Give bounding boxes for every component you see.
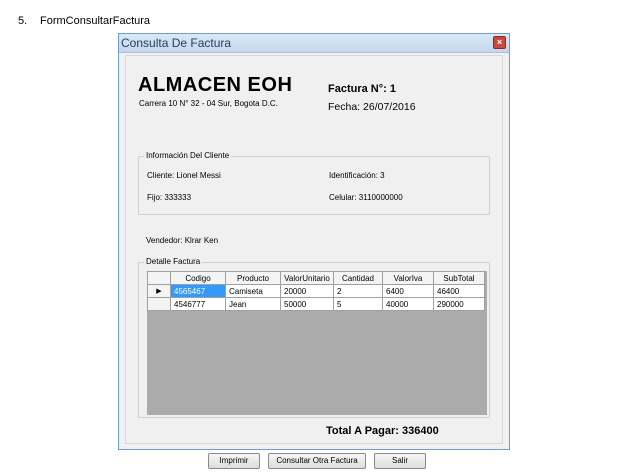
store-name: ALMACEN EOH	[138, 74, 293, 96]
current-row-indicator[interactable]: ▶	[147, 284, 171, 298]
column-header[interactable]: Producto	[225, 271, 281, 285]
invoice-detail-group: Detalle Factura Codigo Producto ValorUni…	[138, 257, 490, 418]
print-button[interactable]: Imprimir	[208, 453, 260, 469]
heading-text: FormConsultarFactura	[40, 15, 151, 27]
grid-cell[interactable]: 6400	[382, 284, 434, 298]
grid-cell[interactable]: 46400	[433, 284, 485, 298]
grid-cell[interactable]: 2	[333, 284, 383, 298]
grid-cell[interactable]: 40000	[382, 297, 434, 311]
invoice-date: Fecha: 26/07/2016	[328, 101, 416, 113]
grid-cell[interactable]: 50000	[280, 297, 334, 311]
grid-cell[interactable]: 4546777	[170, 297, 226, 311]
column-header[interactable]: SubTotal	[433, 271, 485, 285]
total-amount: Total A Pagar: 336400	[326, 425, 439, 437]
window-title: Consulta De Factura	[121, 36, 232, 50]
grid-cell[interactable]: 290000	[433, 297, 485, 311]
column-header[interactable]: Cantidad	[333, 271, 383, 285]
client-phone: Fijo: 333333	[147, 193, 192, 202]
client-id: Identificación: 3	[329, 171, 385, 180]
table-row[interactable]: ▶ 4565467 Camiseta 20000 2 6400 46400	[147, 284, 485, 298]
consulta-factura-window: Consulta De Factura × ALMACEN EOH Carrer…	[118, 33, 510, 469]
store-address: Carrera 10 N° 32 - 04 Sur, Bogota D.C.	[139, 99, 278, 108]
detail-grid[interactable]: Codigo Producto ValorUnitario Cantidad V…	[147, 271, 487, 415]
exit-button[interactable]: Salir	[374, 453, 426, 469]
heading-number: 5.	[18, 15, 28, 27]
row-header[interactable]	[147, 297, 171, 311]
seller-label: Vendedor: Klrar Ken	[146, 236, 219, 245]
close-icon[interactable]: ×	[493, 36, 506, 49]
client-name: Cliente: Lionel Messi	[147, 171, 221, 180]
client-mobile: Celular: 3110000000	[329, 193, 403, 202]
form-client-area: ALMACEN EOH Carrera 10 N° 32 - 04 Sur, B…	[125, 55, 503, 469]
column-header[interactable]: ValorIva	[382, 271, 434, 285]
grid-cell[interactable]: Jean	[225, 297, 281, 311]
grid-cell[interactable]: Camiseta	[225, 284, 281, 298]
grid-header-row: Codigo Producto ValorUnitario Cantidad V…	[147, 271, 485, 285]
grid-cell[interactable]: 5	[333, 297, 383, 311]
table-row[interactable]: 4546777 Jean 50000 5 40000 290000	[147, 297, 485, 311]
invoice-number: Factura N°: 1	[328, 83, 396, 95]
query-another-invoice-button[interactable]: Consultar Otra Factura	[268, 453, 366, 469]
document-heading: 5. FormConsultarFactura	[18, 15, 150, 27]
title-bar[interactable]: Consulta De Factura ×	[119, 34, 509, 53]
detail-table: Codigo Producto ValorUnitario Cantidad V…	[147, 271, 485, 311]
grid-cell[interactable]: 20000	[280, 284, 334, 298]
grid-cell[interactable]: 4565467	[170, 284, 226, 298]
column-header[interactable]: Codigo	[170, 271, 226, 285]
client-info-legend: Información Del Cliente	[144, 151, 232, 160]
column-header[interactable]: ValorUnitario	[280, 271, 334, 285]
row-header-corner	[147, 271, 171, 285]
invoice-detail-legend: Detalle Factura	[144, 257, 203, 266]
client-info-group: Información Del Cliente Cliente: Lionel …	[138, 151, 490, 215]
